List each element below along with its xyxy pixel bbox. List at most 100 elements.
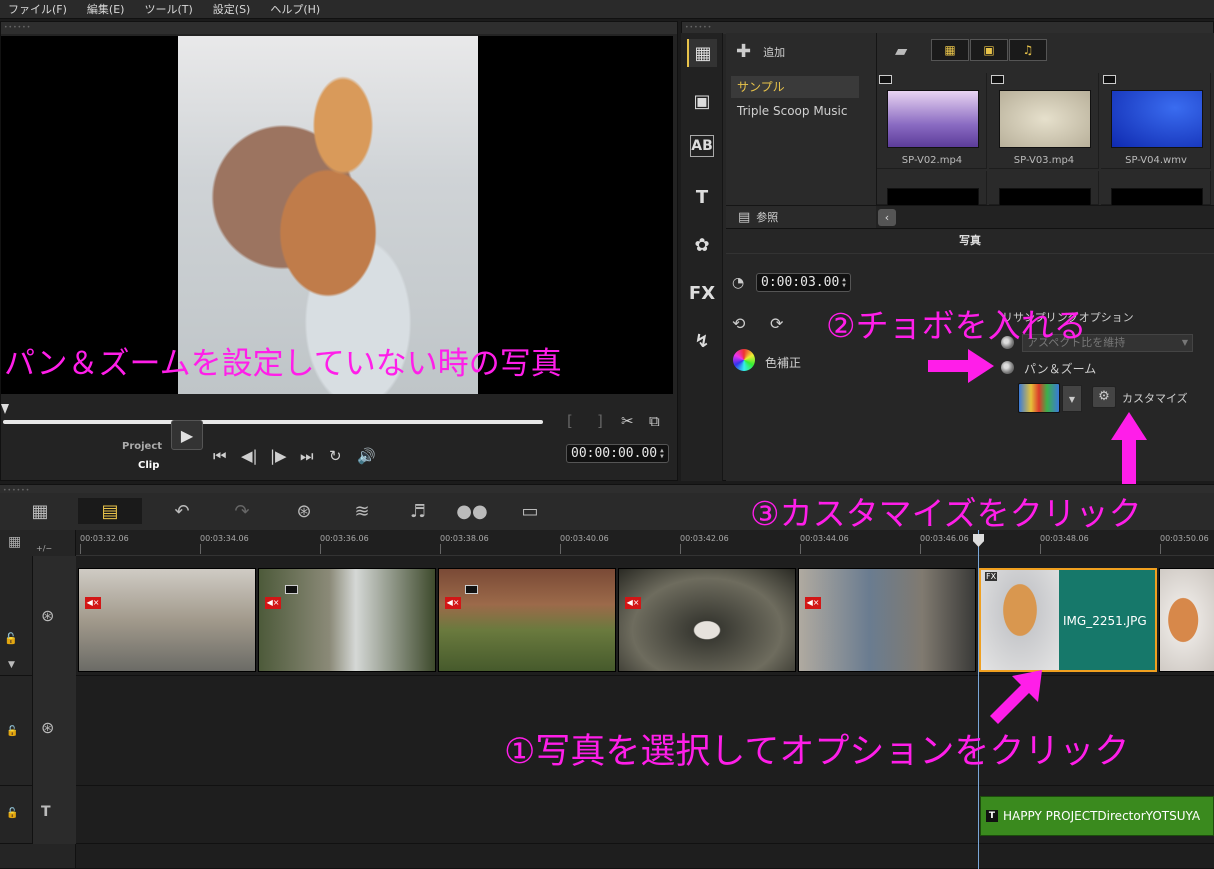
- add-folder-button[interactable]: ✚ 追加: [736, 41, 785, 62]
- photo-clip[interactable]: [1159, 568, 1214, 672]
- undo-icon[interactable]: ↶: [166, 498, 198, 524]
- library-item[interactable]: [989, 171, 1099, 208]
- menu-settings[interactable]: 設定(S): [205, 1, 263, 17]
- playhead-line[interactable]: [978, 530, 979, 869]
- thumbnail-scrollbar[interactable]: ‹: [876, 205, 1214, 228]
- duration-spinner[interactable]: ▲ ▼: [842, 276, 846, 289]
- record-capture-icon[interactable]: ⊛: [288, 498, 320, 524]
- browse-button[interactable]: ▤ 参照: [726, 205, 876, 228]
- ruler-tick: [1040, 544, 1041, 554]
- duration-field[interactable]: 0:00:03.00 ▲ ▼: [756, 273, 851, 292]
- library-item[interactable]: SP-V02.mp4: [877, 73, 987, 169]
- color-wheel-icon[interactable]: [733, 349, 755, 371]
- browse-label: 参照: [756, 211, 779, 224]
- folder-item-triple-scoop[interactable]: Triple Scoop Music: [731, 100, 859, 122]
- ruler-tick: [80, 544, 81, 554]
- track-lock-icon[interactable]: 🔓: [6, 726, 18, 737]
- fx-filter-icon[interactable]: FX: [687, 279, 717, 307]
- path-icon[interactable]: ↯: [687, 327, 717, 355]
- customize-label[interactable]: カスタマイズ: [1122, 390, 1188, 406]
- library-item[interactable]: [877, 171, 987, 208]
- timecode-field[interactable]: 00:00:00.00 ▲ ▼: [566, 444, 669, 463]
- project-mode-label[interactable]: Project: [122, 441, 162, 452]
- folder-item-sample[interactable]: サンプル: [731, 76, 859, 98]
- ruler-tick-label: 00:03:40.06: [560, 534, 609, 543]
- preset-dropdown-button[interactable]: ▼: [1062, 385, 1082, 412]
- media-icon[interactable]: ▦: [687, 39, 717, 67]
- overlay-track-label[interactable]: ⊛: [32, 676, 76, 786]
- sound-mixer-icon[interactable]: ≋: [346, 498, 378, 524]
- video-clip[interactable]: ◀×: [258, 568, 436, 672]
- video-clip[interactable]: ◀×: [798, 568, 976, 672]
- overlay-track-icon: ⊛: [41, 718, 55, 737]
- repeat-icon[interactable]: ↻: [329, 447, 342, 465]
- title-track-label[interactable]: T: [32, 786, 76, 844]
- voice-track[interactable]: [76, 844, 1214, 869]
- enlarge-preview-icon[interactable]: ⧉: [649, 412, 660, 430]
- clip-mode-label[interactable]: Clip: [138, 460, 159, 471]
- chevron-down-icon: ▼: [1181, 338, 1188, 347]
- mark-in-icon[interactable]: [: [567, 412, 573, 430]
- show-audio-icon[interactable]: ♫: [1009, 39, 1047, 61]
- library-item[interactable]: [1101, 171, 1211, 208]
- menu-edit[interactable]: 編集(E): [79, 1, 137, 17]
- graphic-icon[interactable]: ✿: [687, 231, 717, 259]
- ruler-tick: [920, 544, 921, 554]
- prev-frame-icon[interactable]: ◀|: [241, 447, 258, 465]
- title-clip[interactable]: T HAPPY PROJECTDirectorYOTSUYA: [980, 796, 1214, 836]
- library-thumbnails: ▰ ▦ ▣ ♫ SP-V02.mp4 SP-V03.mp4 SP-V04.wmv: [876, 33, 1214, 208]
- track-lock-icon[interactable]: 🔓: [6, 808, 18, 819]
- video-clip[interactable]: ◀×: [438, 568, 616, 672]
- timeline-view-icon[interactable]: ▤: [78, 498, 142, 524]
- video-track-header: 🔓 ▼ ⊛: [0, 556, 76, 676]
- track-manager-icon[interactable]: ▦: [8, 534, 21, 550]
- rotate-left-icon[interactable]: ⟲: [732, 314, 745, 333]
- ruler-tick-label: 00:03:36.06: [320, 534, 369, 543]
- motion-tracking-icon[interactable]: ●●: [456, 498, 488, 524]
- auto-music-icon[interactable]: ♬: [402, 498, 434, 524]
- scissors-icon[interactable]: ✂: [621, 412, 634, 430]
- video-badge-icon: [991, 75, 1004, 84]
- play-button[interactable]: ▶: [171, 420, 203, 450]
- end-icon[interactable]: ⏭: [300, 447, 314, 465]
- pan-zoom-radio[interactable]: [1001, 361, 1014, 374]
- folder-icon[interactable]: ▰: [895, 41, 907, 60]
- video-track-label[interactable]: ⊛: [32, 556, 76, 676]
- storyboard-view-icon[interactable]: ▦: [24, 498, 56, 524]
- show-photo-icon[interactable]: ▣: [970, 39, 1008, 61]
- customize-icon[interactable]: ⚙: [1092, 386, 1116, 408]
- photo-clip-selected[interactable]: FX IMG_2251.JPG: [979, 568, 1157, 672]
- menu-file[interactable]: ファイル(F): [0, 1, 79, 17]
- menu-tools[interactable]: ツール(T): [136, 1, 204, 17]
- panel-grip[interactable]: [1, 22, 677, 34]
- mark-out-icon[interactable]: ]: [597, 412, 603, 430]
- instant-project-icon[interactable]: ▣: [687, 87, 717, 115]
- title-clip-text: HAPPY PROJECTDirectorYOTSUYA: [1003, 809, 1201, 823]
- track-expand-icon[interactable]: ▼: [8, 660, 15, 670]
- transition-icon[interactable]: AB: [690, 135, 714, 157]
- show-video-icon[interactable]: ▦: [931, 39, 969, 61]
- browse-icon: ▤: [738, 209, 751, 225]
- track-lock-icon[interactable]: 🔓: [4, 632, 18, 645]
- scrubber-handle[interactable]: [1, 404, 9, 414]
- zoom-control[interactable]: +/−: [36, 544, 52, 553]
- subtitle-editor-icon[interactable]: ▭: [514, 498, 546, 524]
- pan-zoom-preset-icon[interactable]: [1018, 383, 1060, 413]
- thumbnail-image: [999, 90, 1091, 148]
- volume-icon[interactable]: 🔊: [357, 447, 376, 465]
- next-frame-icon[interactable]: |▶: [270, 447, 287, 465]
- video-clip[interactable]: ◀×: [618, 568, 796, 672]
- scroll-left-icon[interactable]: ‹: [878, 209, 896, 226]
- timecode-spinner[interactable]: ▲ ▼: [660, 447, 664, 460]
- title-icon[interactable]: T: [687, 183, 717, 211]
- color-correction-label[interactable]: 色補正: [765, 354, 801, 371]
- menu-help[interactable]: ヘルプ(H): [262, 1, 332, 17]
- rotate-right-icon[interactable]: ⟳: [770, 314, 783, 333]
- library-item[interactable]: SP-V04.wmv: [1101, 73, 1211, 169]
- scrubber-bar[interactable]: [3, 420, 543, 424]
- video-clip[interactable]: ◀×: [78, 568, 256, 672]
- home-icon[interactable]: ⏮: [213, 447, 227, 465]
- tab-photo[interactable]: 写真: [726, 228, 1214, 254]
- redo-icon[interactable]: ↷: [226, 498, 258, 524]
- library-item[interactable]: SP-V03.mp4: [989, 73, 1099, 169]
